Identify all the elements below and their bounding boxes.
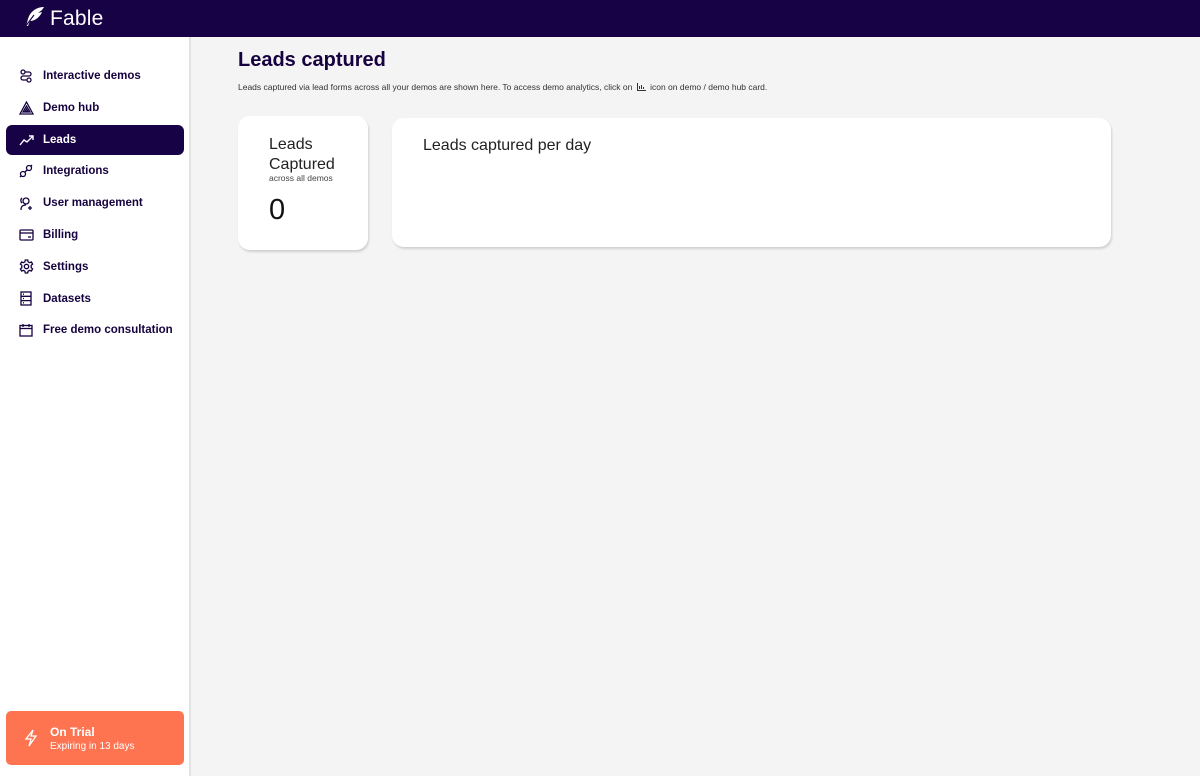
gear-icon — [18, 259, 34, 275]
description-text: Leads captured via lead forms across all… — [238, 82, 633, 92]
fable-logo[interactable]: Fable — [22, 6, 104, 32]
sidebar-item-billing[interactable]: Billing — [6, 220, 184, 250]
trial-status-button[interactable]: On Trial Expiring in 13 days — [6, 711, 184, 765]
sidebar-item-leads[interactable]: Leads — [6, 124, 184, 155]
plug-icon — [18, 163, 34, 179]
demos-icon — [18, 68, 34, 84]
calendar-icon — [18, 322, 34, 338]
trial-expiry: Expiring in 13 days — [50, 740, 135, 752]
trial-title: On Trial — [50, 724, 95, 739]
sidebar-item-label: Demo hub — [43, 101, 100, 114]
top-bar: Fable — [0, 0, 1200, 37]
sidebar-item-user-management[interactable]: User management — [6, 188, 184, 218]
database-icon — [18, 291, 34, 307]
leads-per-day-card: Leads captured per day — [392, 118, 1111, 247]
sidebar-nav: Interactive demos Demo hub Leads Integra… — [6, 61, 184, 347]
sidebar-item-interactive-demos[interactable]: Interactive demos — [6, 61, 184, 91]
sidebar-item-label: Interactive demos — [43, 70, 141, 82]
description-text: icon on demo / demo hub card. — [650, 82, 768, 92]
sidebar-item-label: Integrations — [43, 165, 109, 178]
leads-captured-card: Leads Captured across all demos 0 — [238, 116, 368, 250]
feather-icon — [22, 6, 46, 32]
brand-name: Fable — [50, 6, 104, 30]
stat-title: Leads Captured — [269, 135, 368, 175]
sidebar-item-demo-hub[interactable]: Demo hub — [6, 93, 184, 123]
demo-hub-icon — [18, 100, 34, 116]
card-icon — [18, 227, 34, 243]
sidebar-item-datasets[interactable]: Datasets — [6, 284, 184, 314]
sidebar-item-label: User management — [43, 197, 143, 210]
sidebar-item-label: Free demo consultation — [43, 324, 173, 337]
page-title: Leads captured — [238, 49, 386, 71]
chart-title: Leads captured per day — [423, 137, 592, 154]
sidebar-item-free-demo-consultation[interactable]: Free demo consultation — [6, 315, 184, 345]
stat-title-line2: Captured — [269, 156, 335, 173]
page-description: Leads captured via lead forms across all… — [238, 82, 767, 93]
user-add-icon — [18, 195, 34, 211]
lightning-icon — [24, 729, 38, 747]
sidebar-item-settings[interactable]: Settings — [6, 252, 184, 282]
sidebar-item-label: Billing — [43, 228, 79, 241]
sidebar-item-label: Datasets — [43, 292, 91, 305]
trend-line-icon — [18, 132, 34, 148]
sidebar-item-label: Settings — [43, 260, 89, 273]
stat-subtitle: across all demos — [269, 173, 333, 183]
sidebar-item-integrations[interactable]: Integrations — [6, 156, 184, 186]
main-content: Leads captured Leads captured via lead f… — [191, 37, 1200, 776]
sidebar: Interactive demos Demo hub Leads Integra… — [0, 37, 191, 776]
leads-count: 0 — [269, 194, 286, 226]
bar-chart-icon — [636, 82, 646, 93]
sidebar-item-label: Leads — [43, 133, 77, 146]
stat-title-line1: Leads — [269, 136, 313, 153]
